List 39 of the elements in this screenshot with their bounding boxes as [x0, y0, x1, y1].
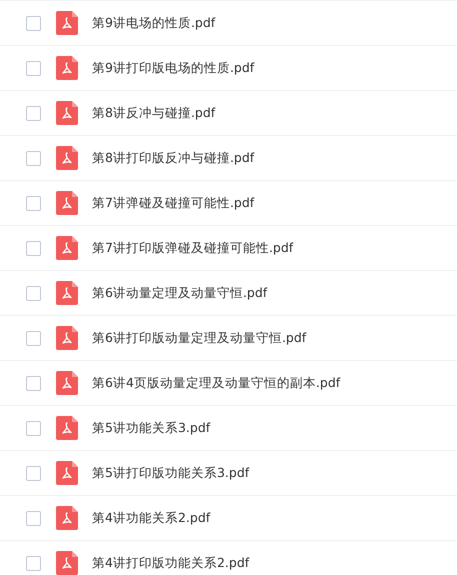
pdf-file-icon	[56, 371, 78, 395]
checkbox[interactable]	[26, 286, 41, 300]
pdf-file-icon	[56, 326, 78, 350]
pdf-file-icon	[56, 191, 78, 215]
file-name[interactable]: 第8讲打印版反冲与碰撞.pdf	[92, 150, 254, 166]
checkbox[interactable]	[26, 556, 41, 570]
file-name[interactable]: 第9讲电场的性质.pdf	[92, 14, 216, 32]
checkbox[interactable]	[26, 376, 41, 390]
pdf-file-icon	[56, 416, 78, 440]
pdf-file-icon	[56, 236, 78, 260]
checkbox[interactable]	[26, 150, 41, 166]
pdf-file-icon	[56, 551, 78, 575]
checkbox[interactable]	[26, 196, 41, 210]
pdf-file-icon	[56, 146, 78, 170]
file-name[interactable]: 第4讲打印版功能关系2.pdf	[92, 554, 250, 572]
file-name[interactable]: 第7讲打印版弹碰及碰撞可能性.pdf	[92, 240, 294, 256]
file-name[interactable]: 第8讲反冲与碰撞.pdf	[92, 104, 216, 122]
file-name[interactable]: 第6讲动量定理及动量守恒.pdf	[92, 284, 268, 302]
file-name[interactable]: 第6讲4页版动量定理及动量守恒的副本.pdf	[92, 374, 340, 392]
checkbox[interactable]	[26, 60, 41, 76]
file-name[interactable]: 第4讲功能关系2.pdf	[92, 510, 210, 526]
checkbox[interactable]	[26, 510, 41, 526]
pdf-file-icon	[56, 461, 78, 485]
file-name[interactable]: 第9讲打印版电场的性质.pdf	[92, 60, 254, 76]
pdf-file-icon	[56, 506, 78, 530]
file-name[interactable]: 第5讲打印版功能关系3.pdf	[92, 464, 250, 482]
checkbox[interactable]	[26, 420, 41, 436]
file-name[interactable]: 第5讲功能关系3.pdf	[92, 420, 210, 436]
checkbox[interactable]	[26, 240, 41, 256]
checkbox[interactable]	[26, 106, 41, 120]
file-name[interactable]: 第6讲打印版动量定理及动量守恒.pdf	[92, 330, 306, 346]
pdf-file-icon	[56, 11, 78, 35]
pdf-file-icon	[56, 101, 78, 125]
pdf-file-icon	[56, 56, 78, 80]
checkbox[interactable]	[26, 330, 41, 346]
checkbox[interactable]	[26, 466, 41, 480]
checkbox[interactable]	[26, 16, 41, 30]
pdf-file-icon	[56, 281, 78, 305]
file-name[interactable]: 第7讲弹碰及碰撞可能性.pdf	[92, 194, 254, 212]
